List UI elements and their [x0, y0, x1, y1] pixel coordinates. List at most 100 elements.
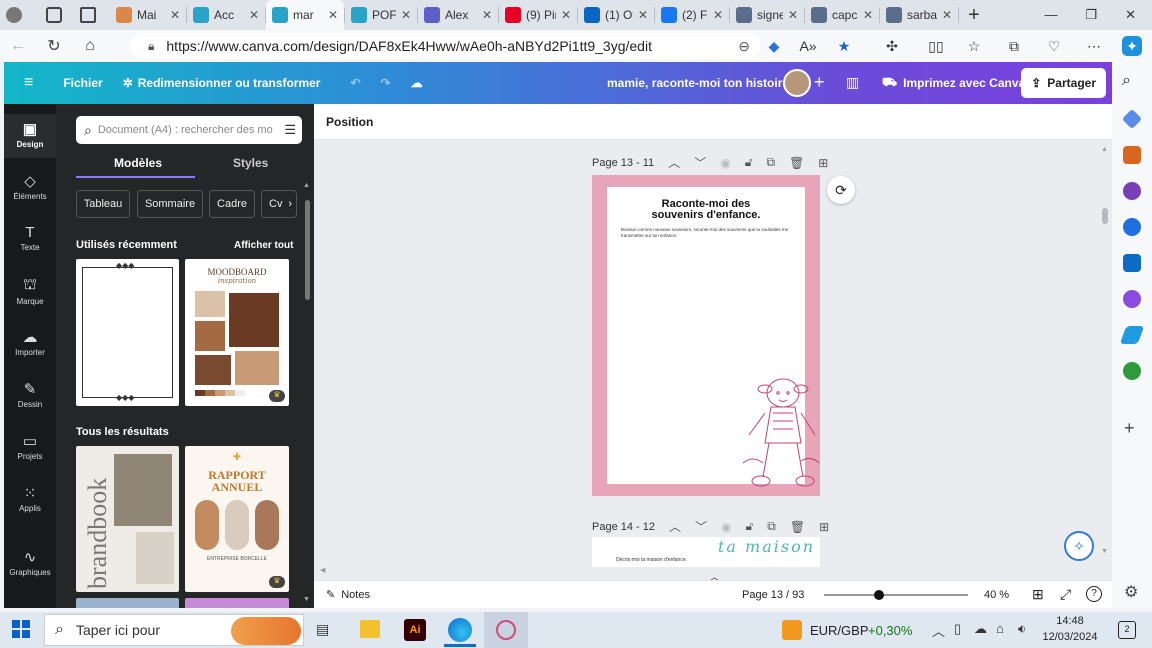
- sidebar-designer-icon[interactable]: [1123, 290, 1141, 308]
- sidebar-games-icon[interactable]: [1123, 182, 1141, 200]
- browser-tab[interactable]: Acc ✕: [187, 0, 265, 30]
- snipping-tool-button[interactable]: [484, 612, 528, 648]
- task-view-icon[interactable]: ▤: [316, 621, 329, 638]
- template-thumb-rapport-annuel[interactable]: ✚ RAPPORT ANNUEL ENTREPRISE BORCELLE ♛: [185, 446, 289, 592]
- sidebar-tag-icon[interactable]: [1121, 108, 1143, 130]
- sidebar-send-icon[interactable]: [1119, 326, 1145, 344]
- resize-button[interactable]: ✲ Redimensionner ou transformer: [113, 76, 331, 90]
- position-button[interactable]: Position: [326, 115, 373, 129]
- close-tab-icon[interactable]: ✕: [942, 8, 952, 22]
- move-up-icon[interactable]: ︿: [668, 154, 680, 171]
- workspaces-button[interactable]: [40, 0, 74, 30]
- scroll-down-icon[interactable]: ▼: [303, 596, 310, 603]
- template-thumb-partial[interactable]: [185, 598, 289, 608]
- clock-date[interactable]: 12/03/2024: [1040, 631, 1100, 643]
- windows-start-icon[interactable]: [12, 620, 30, 638]
- tab-templates[interactable]: Modèles: [114, 156, 162, 170]
- read-aloud-icon[interactable]: A»: [798, 36, 818, 56]
- profile-button[interactable]: [0, 0, 40, 30]
- chip-cadre[interactable]: Cadre: [209, 190, 255, 218]
- page-14[interactable]: ta maison Décris moi ta maison d'enfance…: [592, 537, 820, 567]
- user-avatar[interactable]: [783, 69, 811, 97]
- notification-center-icon[interactable]: 2: [1118, 621, 1136, 639]
- more-menu-icon[interactable]: ⋯: [1084, 36, 1104, 56]
- rail-item-graphiques[interactable]: ∿ Graphiques: [4, 542, 56, 586]
- delete-page-icon[interactable]: 🗑︎: [789, 156, 804, 170]
- close-tab-icon[interactable]: ✕: [249, 8, 259, 22]
- canvas-scroll-up-icon[interactable]: ▲: [1101, 146, 1108, 153]
- rail-item-dessin[interactable]: ✎ Dessin: [4, 374, 56, 418]
- sidebar-add-icon[interactable]: +: [1124, 418, 1135, 439]
- sidebar-outlook-icon[interactable]: [1123, 254, 1141, 272]
- close-window-icon[interactable]: ✕: [1125, 7, 1136, 23]
- canvas-scroll-left-icon[interactable]: ◀: [320, 566, 325, 574]
- comment-add-icon[interactable]: ⟳: [827, 176, 855, 204]
- magic-assistant-icon[interactable]: ✧: [1064, 531, 1094, 561]
- see-all-link[interactable]: Afficher tout: [234, 240, 293, 251]
- close-tab-icon[interactable]: ✕: [328, 8, 338, 22]
- ticker-value[interactable]: +0,30%: [868, 623, 912, 638]
- close-tab-icon[interactable]: ✕: [788, 8, 798, 22]
- page14-body[interactable]: Décris moi ta maison d'enfance.: [616, 557, 687, 563]
- template-thumb-moodboard[interactable]: MOODBOARD inspiration ♛: [185, 259, 289, 406]
- volume-icon[interactable]: 🔉︎: [1018, 621, 1026, 637]
- browser-tab[interactable]: (1) Offre ✕: [578, 0, 654, 30]
- rail-item-design[interactable]: ▣ Design: [4, 114, 56, 158]
- settings-gear-icon[interactable]: ⚙: [1124, 582, 1138, 602]
- browser-tab[interactable]: Mai ✕: [110, 0, 186, 30]
- duplicate-page-icon[interactable]: ⧉: [766, 155, 775, 170]
- filter-icon[interactable]: ☰: [284, 122, 296, 138]
- page14-label[interactable]: Page 14 - 12: [592, 521, 655, 533]
- browser-tab[interactable]: sarbacan ✕: [880, 0, 958, 30]
- sidebar-m365-icon[interactable]: [1123, 218, 1141, 236]
- address-bar[interactable]: 🔒︎ https://www.canva.com/design/DAF8xEk4…: [130, 33, 760, 59]
- browser-tab[interactable]: (9) Pinte ✕: [499, 0, 577, 30]
- show-hidden-icons-icon[interactable]: ︿: [932, 621, 945, 640]
- hide-page-icon[interactable]: ◉: [721, 520, 731, 534]
- template-thumb-partial[interactable]: [76, 598, 179, 608]
- rail-item-texte[interactable]: T Texte: [4, 218, 56, 262]
- template-thumb-blank-frame[interactable]: ◆◆◆ ◆◆◆: [76, 259, 179, 406]
- favorites-icon[interactable]: ☆: [964, 36, 984, 56]
- close-tab-icon[interactable]: ✕: [401, 8, 411, 22]
- browser-tab[interactable]: (2) Faceb ✕: [655, 0, 729, 30]
- add-page-icon[interactable]: ⊞: [818, 156, 828, 170]
- tab-styles[interactable]: Styles: [233, 156, 268, 170]
- sidebar-toolbox-icon[interactable]: [1123, 146, 1141, 164]
- share-button[interactable]: ⇪ Partager: [1021, 68, 1106, 98]
- browser-tab[interactable]: signes as ✕: [730, 0, 804, 30]
- sidebar-search-icon[interactable]: ⌕: [1122, 72, 1131, 90]
- device-icon[interactable]: ▯: [954, 621, 961, 637]
- template-search-input[interactable]: ⌕ Document (A4) : rechercher des mo ☰: [76, 116, 302, 144]
- taskbar-search-input[interactable]: ⌕ Taper ici pour: [44, 614, 304, 646]
- canvas-scroll-down-icon[interactable]: ▼: [1101, 548, 1108, 555]
- notes-button[interactable]: ✎ Notes: [326, 588, 370, 602]
- rail-item-importer[interactable]: ☁ Importer: [4, 322, 56, 366]
- split-screen-icon[interactable]: ▯▯: [926, 36, 946, 56]
- help-icon[interactable]: ?: [1086, 586, 1102, 602]
- tab-actions-button[interactable]: [74, 0, 110, 30]
- page-13[interactable]: Raconte-moi des souvenirs d'enfance. Bos…: [592, 175, 820, 496]
- refresh-icon[interactable]: ↻: [36, 30, 72, 62]
- new-tab-button[interactable]: +: [959, 0, 989, 30]
- duplicate-page-icon[interactable]: ⧉: [767, 519, 776, 534]
- canvas-scroll-thumb[interactable]: [1102, 208, 1108, 224]
- chip-sommaire[interactable]: Sommaire: [137, 190, 203, 218]
- template-thumb-brandbook[interactable]: brandbook: [76, 446, 179, 592]
- collections-icon[interactable]: ⧉: [1004, 36, 1024, 56]
- extension-shield-icon[interactable]: ◆: [764, 36, 784, 56]
- page14-script-title[interactable]: ta maison: [718, 537, 815, 556]
- fullscreen-icon[interactable]: ⤢: [1060, 586, 1071, 603]
- copilot-icon[interactable]: ✦: [1122, 36, 1142, 56]
- lamb-illustration[interactable]: [741, 373, 821, 499]
- back-icon[interactable]: ←: [0, 30, 36, 62]
- close-tab-icon[interactable]: ✕: [863, 8, 873, 22]
- page13-body[interactable]: Bossue comme nouveau souvenirs, raconte-…: [621, 227, 791, 239]
- insights-icon[interactable]: ▥: [846, 74, 859, 91]
- move-down-icon[interactable]: ﹀: [695, 518, 707, 535]
- page-13-content[interactable]: Raconte-moi des souvenirs d'enfance. Bos…: [607, 187, 820, 487]
- document-title[interactable]: mamie, raconte-moi ton histoire: [607, 76, 789, 90]
- browser-essentials-icon[interactable]: ♡: [1044, 36, 1064, 56]
- print-with-canva-button[interactable]: ⛟ Imprimez avec Canva: [882, 75, 1025, 91]
- cloud-save-icon[interactable]: ☁: [401, 76, 433, 90]
